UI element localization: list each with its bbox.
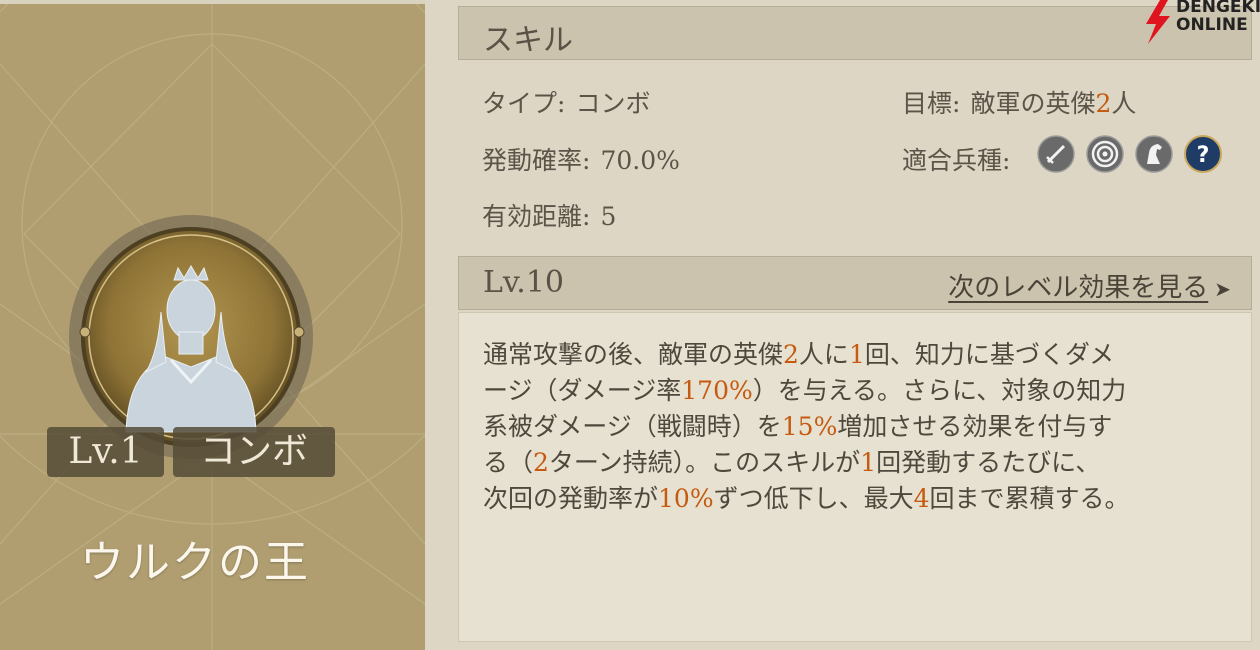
unknown-question-icon[interactable]: ? [1184,135,1222,173]
description-text: ターン持続）。このスキルが [548,448,861,477]
activation-rate-stat: 発動確率: 70.0% [482,141,680,177]
description-text: 増加させる効果を付与す [837,412,1113,441]
skill-type-stat: タイプ: コンボ [482,84,650,120]
description-highlight-value: 10% [658,484,714,513]
effective-range-value: 5 [600,202,617,231]
cavalry-horse-icon[interactable] [1135,135,1173,173]
activation-rate-label: 発動確率: [482,146,591,175]
description-text: る（ [483,448,534,477]
description-text: 回発動するたびに、 [876,448,1101,477]
description-text: ）を与える。さらに、対象の知力 [752,376,1127,405]
svg-text:?: ? [1197,143,1210,168]
skill-description: 通常攻撃の後、敵軍の英傑2人に1回、知力に基づくダメ ージ（ダメージ率170%）を… [458,312,1252,642]
sword-icon[interactable] [1037,135,1075,173]
description-line: 次回の発動率が10%ずつ低下し、最大4回まで累積する。 [483,479,1130,515]
arrow-right-icon: ➤ [1214,277,1231,301]
bow-target-icon[interactable] [1086,135,1124,173]
unit-types-label: 適合兵種: [902,146,1011,175]
skill-level-title: Lv.10 [483,265,565,300]
unit-types-stat: 適合兵種: [902,141,1010,177]
target-value-prefix: 敵軍の英傑 [970,89,1096,118]
hero-name: ウルクの王 [80,537,310,588]
next-level-link-text[interactable]: 次のレベル効果を見る [948,273,1208,303]
description-line: ージ（ダメージ率170%）を与える。さらに、対象の知力 [483,371,1126,407]
description-text: 回まで累積する。 [929,484,1130,513]
target-count: 2 [1095,89,1112,118]
description-text: ずつ低下し、最大 [713,484,914,513]
hero-level-badge: Lv.1 [47,427,164,477]
effective-range-label: 有効距離: [482,202,591,231]
description-text: 系被ダメージ（戦闘時）を [483,412,782,441]
skill-type-value: コンボ [575,89,651,118]
effective-range-stat: 有効距離: 5 [482,197,616,233]
skill-section-header: スキル [458,6,1252,60]
description-line: 系被ダメージ（戦闘時）を15%増加させる効果を付与す [483,407,1112,443]
description-line: 通常攻撃の後、敵軍の英傑2人に1回、知力に基づくダメ [483,335,1114,371]
target-value-suffix: 人 [1111,89,1137,118]
next-level-effects-link[interactable]: 次のレベル効果を見る ➤ [948,267,1231,304]
description-text: 回、知力に基づくダメ [864,340,1115,369]
description-line: る（2ターン持続）。このスキルが1回発動するたびに、 [483,443,1100,479]
description-highlight-value: 170% [681,376,753,405]
target-stat: 目標: 敵軍の英傑2人 [902,84,1136,120]
description-text: 通常攻撃の後、敵軍の英傑 [483,340,784,369]
description-highlight-value: 1 [860,448,877,477]
description-text: 人に [798,340,849,369]
skill-type-label: タイプ: [482,89,566,118]
level-section-header: Lv.10 次のレベル効果を見る ➤ [458,256,1252,310]
description-text: 次回の発動率が [483,484,659,513]
description-highlight-value: 2 [783,340,799,369]
skill-panel: スキル タイプ: コンボ 発動確率: 70.0% 有効距離: 5 目標: 敵軍の英傑2人… [425,0,1260,650]
description-text: ージ（ダメージ率 [483,376,682,405]
activation-rate-value: 70.0% [600,146,680,175]
skill-section-title: スキル [483,23,573,58]
description-highlight-value: 1 [848,340,865,369]
dengeki-online-watermark: DENGEKI ONLINE [1138,0,1260,44]
lightning-logo-icon [1146,0,1170,44]
description-highlight-value: 4 [913,484,930,513]
description-highlight-value: 15% [781,412,838,441]
watermark-line2: ONLINE [1176,15,1248,35]
target-label: 目標: [902,89,961,118]
description-highlight-value: 2 [533,448,549,477]
hero-portrait[interactable] [66,212,316,462]
hero-card: Lv.1 コンボ ウルクの王 [0,4,425,650]
hero-portrait-image [69,215,313,459]
hero-type-badge: コンボ [173,427,335,477]
